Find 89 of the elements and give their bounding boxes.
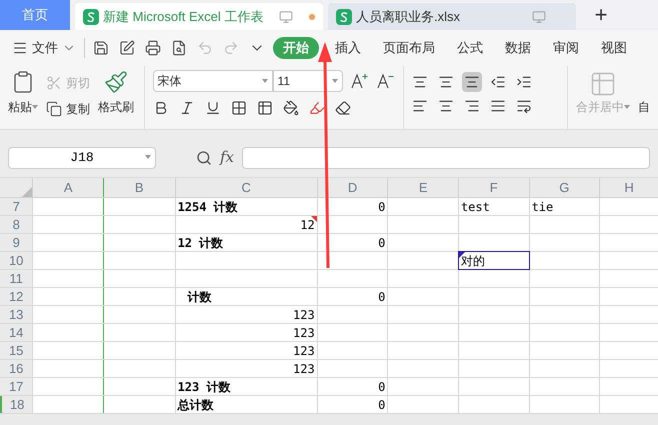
cell-format-icon[interactable] [256,100,273,116]
format-painter-button[interactable]: 格式刷 [98,98,134,116]
file-menu[interactable]: 文件 [32,38,58,58]
row-header[interactable]: 9 [0,234,32,251]
table-cell-text: 123 [292,342,316,359]
indent-increase-icon[interactable] [516,74,532,90]
paste-button[interactable]: 粘贴 [8,98,32,116]
formula-field[interactable] [242,146,650,168]
ribbon-tab[interactable]: 数据 [505,37,531,59]
table-cell-text: tie [530,198,554,215]
column-header[interactable]: E [387,178,458,197]
zoom-icon[interactable] [196,150,212,166]
row-header[interactable]: 18 [0,396,32,413]
justify-icon[interactable] [490,98,506,114]
table-cell-text: 计数 [186,288,213,305]
new-tab-button[interactable]: + [576,0,626,30]
table-cell-text: 0 [377,378,386,395]
underline-icon[interactable] [204,100,221,116]
document-tab[interactable]: 新建 Microsoft Excel 工作表 [75,3,323,30]
home-tab[interactable]: 首页 [0,0,70,30]
align-center-icon[interactable] [438,98,454,114]
row-header[interactable]: 17 [0,378,32,395]
table-cell-text: 1254 计数 [176,198,239,215]
pen-icon[interactable] [119,40,135,56]
ribbon-tab[interactable]: 插入 [335,37,361,59]
comment-marker-icon [310,216,317,222]
column-header[interactable]: C [174,178,317,197]
table-cell-text: 123 [292,306,316,323]
ribbon-tab[interactable]: 视图 [601,37,627,59]
fill-color-icon[interactable] [282,100,299,116]
ribbon-tab[interactable]: 审阅 [553,37,579,59]
tab-label: 新建 Microsoft Excel 工作表 [103,8,264,26]
caret-icon[interactable] [145,154,151,158]
column-header[interactable]: F [458,178,529,197]
name-box[interactable]: J18 [70,148,94,168]
table-cell-text: 0 [377,234,386,251]
ribbon-tab[interactable]: 页面布局 [383,37,435,59]
table-cell-text: 总计数 [176,396,215,413]
monitor-icon[interactable] [279,10,293,24]
table-cell-text: 12 计数 [176,234,224,251]
document-tab[interactable]: 人员离职业务.xlsx [328,3,576,30]
sheet-logo-icon [83,8,99,24]
tab-label: 人员离职业务.xlsx [356,8,460,26]
wrap-button[interactable]: 自 [638,98,650,116]
table-cell-text: 123 计数 [176,378,232,395]
table-cell-text: test [460,198,491,215]
copy-button[interactable]: 复制 [66,100,90,118]
column-header[interactable]: D [316,178,388,197]
align-middle-icon[interactable] [438,74,454,90]
fx-label[interactable]: fx [220,146,234,169]
sheet-logo-icon [336,8,352,24]
save-icon[interactable] [93,40,109,56]
row-header[interactable]: 7 [0,198,32,215]
table-cell-text: 0 [377,198,386,215]
borders-icon[interactable] [230,100,247,116]
column-header[interactable]: B [102,178,175,197]
print-icon[interactable] [145,40,161,56]
ribbon-tab[interactable]: 公式 [457,37,483,59]
ribbon-tab[interactable]: 开始 [273,37,319,59]
menu-icon[interactable] [12,40,28,56]
row-header[interactable]: 12 [0,288,32,305]
align-top-icon[interactable] [412,74,428,90]
print-preview-icon[interactable] [171,40,187,56]
column-header[interactable]: H [599,178,658,197]
align-bottom-icon[interactable] [462,72,482,92]
decrease-font-icon[interactable] [376,73,395,89]
table-cell-text: 12 [299,216,317,233]
row-header[interactable]: 14 [0,324,32,341]
format-painter-icon[interactable] [104,70,128,94]
align-right-icon[interactable] [464,98,480,114]
row-header[interactable]: 10 [0,252,32,269]
column-header[interactable]: G [528,178,600,197]
table-cell: 对的 [458,251,530,270]
eraser-icon[interactable] [334,100,351,116]
column-header[interactable]: A [32,178,103,197]
increase-font-icon[interactable] [350,73,369,89]
row-header[interactable]: 16 [0,360,32,377]
indent-decrease-icon[interactable] [490,74,506,90]
row-header[interactable]: 11 [0,270,32,287]
table-cell-text: 123 [292,324,316,341]
table-cell-text: 0 [377,396,386,413]
copy-icon[interactable] [46,101,62,117]
align-left-icon[interactable] [412,98,428,114]
font-color-icon[interactable] [308,100,325,116]
row-header[interactable]: 8 [0,216,32,233]
table-cell-text: 0 [377,288,386,305]
row-header[interactable]: 15 [0,342,32,359]
table-cell-text: 123 [292,360,316,377]
row-header[interactable]: 13 [0,306,32,323]
